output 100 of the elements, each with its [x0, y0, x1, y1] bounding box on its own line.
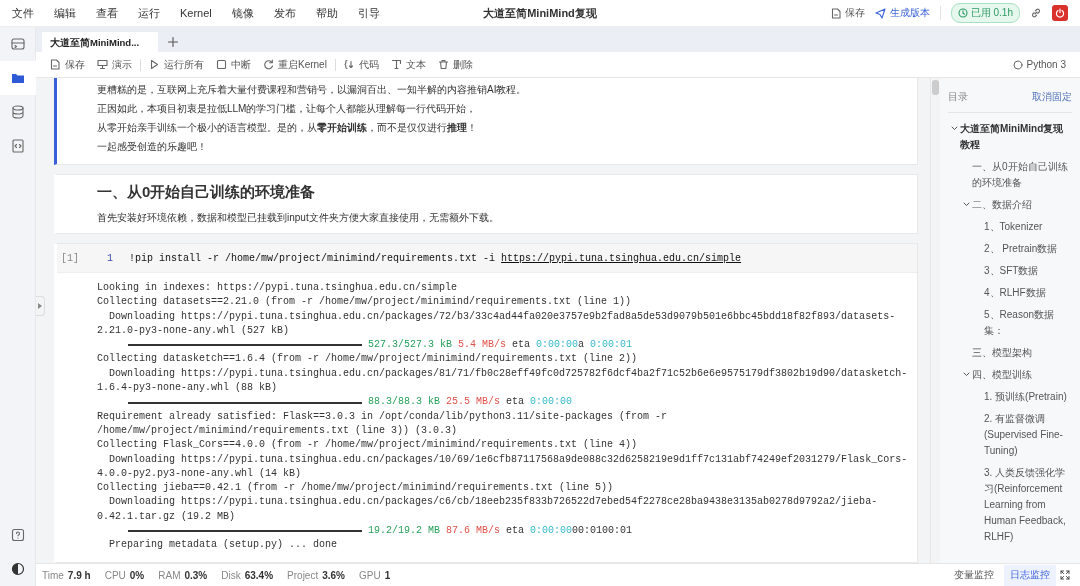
toc-item[interactable]: 一、从0开始自己训练的环境准备	[960, 159, 1072, 191]
progress-text: 0:00:01	[590, 338, 633, 353]
output-line: /home/mw/project/minimind/requirements.txt (line 3)) (3.0.3)	[97, 423, 459, 438]
toolbar-button[interactable]: 运行所有	[149, 57, 204, 72]
metric-value: 1	[384, 569, 391, 581]
metric-value: 0%	[129, 569, 145, 581]
monitor-tab[interactable]: 日志监控	[1004, 564, 1056, 586]
menu-item[interactable]: 引导	[357, 5, 380, 21]
toc-item[interactable]: 二、数据介绍	[960, 197, 1072, 213]
presentation-icon	[97, 59, 108, 70]
code-input[interactable]: [1] 1 !pip install -r /home/mw/project/minimind/requirements.txt -i https://pypi.tuna.tsinghua.edu.cn/simple	[57, 244, 917, 273]
menu-item[interactable]: 帮助	[315, 5, 338, 21]
metric-label: CPU	[104, 569, 126, 581]
toc-item[interactable]: 1、Tokenizer	[972, 219, 1072, 235]
unpin-link[interactable]: 取消固定	[1032, 90, 1072, 104]
output-line: 0.42.1.tar.gz (19.2 MB)	[97, 509, 237, 524]
monitor-tab[interactable]: 变量监控	[948, 564, 1000, 586]
progress-text: 0:00:00	[530, 524, 573, 539]
progress-text: 88.3/88.3 kB	[368, 395, 440, 410]
play-icon	[149, 59, 160, 70]
plus-icon[interactable]	[168, 37, 178, 47]
expand-icon[interactable]	[1060, 570, 1070, 580]
save-button[interactable]: 保存	[830, 6, 865, 20]
terminal-icon[interactable]	[9, 36, 26, 52]
menu-item[interactable]: 文件	[12, 5, 34, 21]
output-line: 4.0.0-py2.py3-none-any.whl (14 kB)	[97, 466, 303, 481]
output-line: Downloading https://pypi.tuna.tsinghua.edu.cn/packages/c6/cb/18eeb235f833b726522d7ebed54f2278ce28ba9438e3135ab0278d9792a2/jieba-	[108, 495, 879, 510]
toolbar-button[interactable]: 中断	[216, 57, 251, 72]
toolbar-button[interactable]: 重启Kernel	[263, 57, 327, 72]
markdown-cell[interactable]: 一、从0开始自己训练的环境准备 首先安装好环境依赖，数据和模型已挂载到input文件夹方便大家直接使用，无需额外下载。	[54, 174, 918, 234]
output-line: 2.21.0-py3-none-any.whl (527 kB)	[97, 323, 291, 338]
toc-item[interactable]: 2. 有监督微调(Supervised Fine-Tuning)	[972, 411, 1072, 459]
panel-toggle[interactable]	[36, 296, 45, 316]
progress-text: a	[578, 338, 585, 353]
toolbar-button[interactable]: 演示	[97, 57, 132, 72]
toc-item[interactable]: 2、 Pretrain数据	[972, 241, 1072, 257]
code-link[interactable]: https://pypi.tuna.tsinghua.edu.cn/simple	[501, 252, 742, 264]
paragraph: 首先安装好环境依赖，数据和模型已挂载到input文件夹方便大家直接使用，无需额外下载。	[97, 211, 500, 225]
output-line: Downloading https://pypi.tuna.tsinghua.edu.cn/packages/10/69/1e6cfb87117568a9de088c32d6258219e9d1ff7c131abf74249ef2031279/Flask_Cors-	[108, 452, 909, 467]
menu-item[interactable]: 运行	[138, 5, 160, 21]
output-line: Downloading https://pypi.tuna.tsinghua.edu.cn/packages/72/b3/33c4ad44fa020e3757e9b2fad8a5de53d9079b501e6bbc45bdd18f82f893/datasets-	[108, 309, 897, 324]
menu-item[interactable]: 编辑	[54, 5, 76, 21]
code-file-icon[interactable]	[9, 138, 26, 154]
power-button[interactable]	[1052, 5, 1068, 21]
help-icon[interactable]	[10, 528, 25, 542]
output-line: Collecting jieba==0.42.1 (from -r /home/mw/project/minimind/requirements.txt (line 5))	[97, 481, 615, 496]
markdown-cell[interactable]: 更糟糕的是，互联网上充斥着大量付费课程和营销号，以漏洞百出、一知半解的内容推销AI教程。 正因如此，本项目初衷是拉低LLM的学习门槛，让每个人都能从理解每一行代码开始， 从零开始亲手训练一个极小的语言模型。是的，从零开始训练，而不是仅仅进行推理！ 一起感受创造的乐趣吧！	[54, 78, 918, 165]
code-line: !pip install -r /home/mw/project/minimind/requirements.txt -i https://pypi.tuna.tsinghua.edu.cn/simple	[129, 252, 742, 264]
progress-text: 5.4 MB/s	[458, 338, 507, 353]
section-heading: 一、从0开始自己训练的环境准备	[97, 183, 317, 202]
panel-title: 目录	[948, 90, 968, 104]
menu-item[interactable]: 镜像	[231, 5, 254, 21]
toc-item[interactable]: 1. 预训练(Pretrain)	[972, 389, 1072, 405]
code-icon	[343, 59, 355, 70]
toolbar-button[interactable]: 保存	[50, 57, 85, 72]
theme-toggle-icon[interactable]	[10, 562, 25, 576]
toc-item[interactable]: 四、模型训练	[960, 367, 1072, 383]
toc-item[interactable]: 3. 人类反馈强化学习(Reinforcement Learning from Human Feedback, RLHF)	[972, 465, 1072, 545]
notebook-tab[interactable]: 大道至简MiniMind...	[42, 32, 158, 52]
toc-item[interactable]: 4、RLHF数据	[972, 285, 1072, 301]
toc-item[interactable]: 三、模型架构	[960, 345, 1072, 361]
toolbar-button[interactable]: 代码	[343, 57, 379, 72]
progress-text: 527.3/527.3 kB	[368, 338, 452, 353]
trash-icon	[437, 59, 449, 70]
output-line: 1.6.4-py3-none-any.whl (88 kB)	[97, 381, 279, 396]
kernel-status-icon	[1012, 59, 1023, 70]
metric-value: 7.9 h	[67, 569, 91, 581]
progress-text: 87.6 MB/s	[446, 524, 501, 539]
publish-button[interactable]: 生成版本	[874, 6, 930, 20]
metric-label: Time	[42, 569, 64, 581]
clock-icon	[957, 8, 968, 18]
usage-badge: 已用 0.1h	[950, 3, 1020, 23]
code-cell[interactable]	[54, 243, 918, 563]
toc-item[interactable]: 大道至简MiniMind复现教程	[948, 121, 1072, 153]
progress-text: 19.2/19.2 MB	[368, 524, 440, 539]
scrollbar-thumb[interactable]	[932, 80, 939, 95]
metric-label: GPU	[359, 569, 381, 581]
metric-value: 3.6%	[322, 569, 345, 581]
power-icon	[1055, 8, 1065, 18]
kernel-name: Python 3	[1026, 59, 1066, 70]
menu-item[interactable]: 发布	[273, 5, 296, 21]
database-icon[interactable]	[9, 104, 26, 120]
output-line: Looking in indexes: https://pypi.tuna.tsinghua.edu.cn/simple	[97, 281, 459, 295]
paragraph: 从零开始亲手训练一个极小的语言模型。是的，从零开始训练，而不是仅仅进行推理！	[97, 121, 478, 135]
progress-text: 0:00:00	[536, 338, 579, 353]
toolbar-button[interactable]: 删除	[437, 57, 473, 72]
link-icon[interactable]	[1030, 7, 1042, 19]
caret-right-icon	[38, 303, 42, 309]
sidebar-item[interactable]	[0, 61, 36, 95]
progress-text: 00:0100:01	[572, 524, 633, 539]
menu-item[interactable]: Kernel	[180, 7, 212, 19]
file-icon	[830, 7, 841, 19]
metric-label: Disk	[221, 569, 241, 581]
toolbar-button[interactable]: 文本	[390, 57, 426, 72]
paragraph: 一起感受创造的乐趣吧！	[97, 140, 208, 154]
toc-item[interactable]: 5、Reason数据集：	[972, 307, 1072, 339]
output-line: Collecting datasketch==1.6.4 (from -r /home/mw/project/minimind/requirements.txt (line 2))	[97, 352, 639, 367]
toc-item[interactable]: 3、SFT数据	[972, 263, 1072, 279]
line-number: 1	[107, 252, 114, 264]
menu-item[interactable]: 查看	[96, 5, 118, 21]
